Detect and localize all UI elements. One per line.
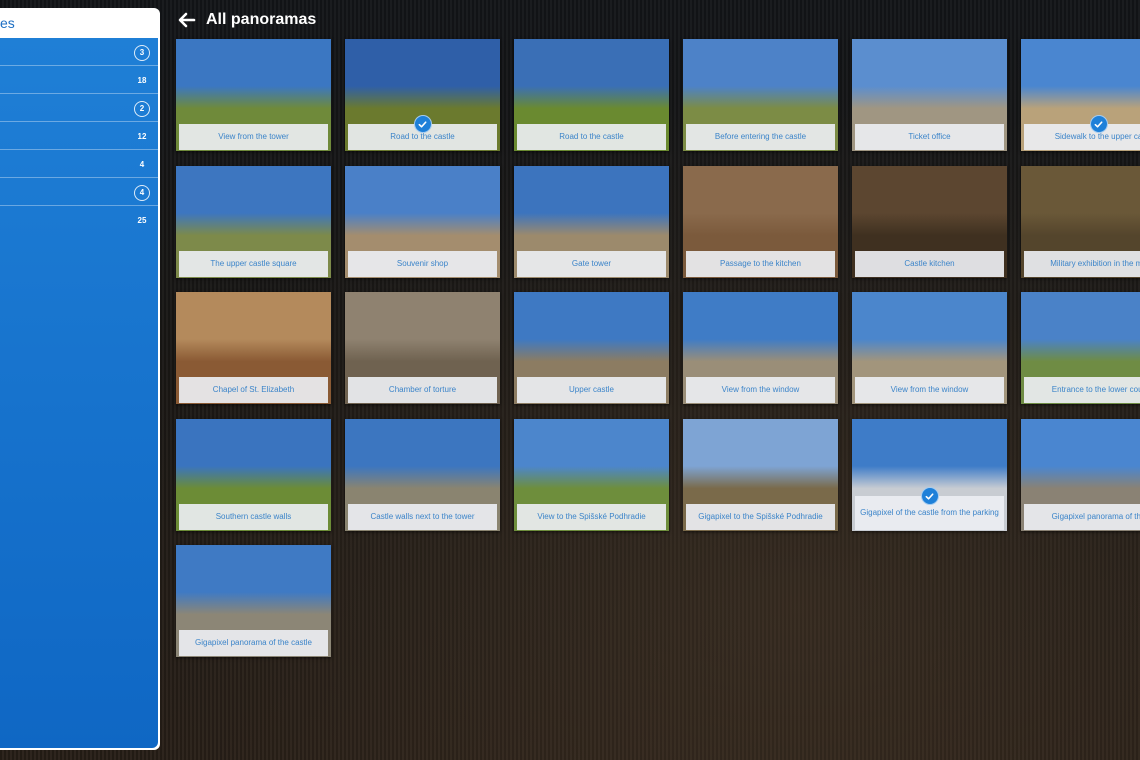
panorama-label: Souvenir shop [348,251,497,277]
panorama-tile[interactable]: Entrance to the lower cour [1021,292,1140,404]
sidebar-item[interactable]: 3 [0,38,158,66]
item-count-badge: 3 [134,45,150,61]
panorama-tile[interactable]: View to the Spišské Podhradie [514,419,669,531]
sidebar-item[interactable]: 25 [0,206,158,233]
panorama-tile[interactable]: Gate tower [514,166,669,278]
panorama-tile[interactable]: Gigapixel panorama of the castle [176,545,331,657]
panorama-label: Ticket office [855,124,1004,150]
panorama-tile[interactable]: Southern castle walls [176,419,331,531]
check-icon [920,487,939,505]
panorama-tile[interactable]: Sidewalk to the upper ca [1021,39,1140,151]
arrow-left-icon[interactable] [178,11,196,29]
panorama-tile[interactable]: Chapel of St. Elizabeth [176,292,331,404]
panorama-tile[interactable]: Castle kitchen [852,166,1007,278]
panorama-tile[interactable]: View from the window [852,292,1007,404]
panorama-tile[interactable]: Before entering the castle [683,39,838,151]
panorama-tile[interactable]: Souvenir shop [345,166,500,278]
panorama-label: Before entering the castle [686,124,835,150]
panorama-label: Gigapixel panorama of the [1024,504,1140,530]
panorama-label: Chamber of torture [348,377,497,403]
sidebar-item[interactable]: 4 [0,150,158,178]
panorama-label: Gigapixel to the Spišské Podhradie [686,504,835,530]
panorama-tile[interactable]: Gigapixel panorama of the [1021,419,1140,531]
item-count-badge: 18 [137,76,147,85]
panorama-label: View from the window [855,377,1004,403]
panorama-label: Castle walls next to the tower [348,504,497,530]
panorama-label: Sidewalk to the upper ca [1024,124,1140,150]
panorama-tile[interactable]: Passage to the kitchen [683,166,838,278]
page-title: All panoramas [206,11,317,28]
panorama-tile[interactable]: Military exhibition in the mu [1021,166,1140,278]
panorama-tile[interactable]: Upper castle [514,292,669,404]
panorama-label: Gate tower [517,251,666,277]
sidebar-header: es [0,15,15,31]
panorama-label: View to the Spišské Podhradie [517,504,666,530]
panorama-label: The upper castle square [179,251,328,277]
panorama-tile[interactable]: Castle walls next to the tower [345,419,500,531]
panorama-tile[interactable]: View from the tower [176,39,331,151]
sidebar-item[interactable]: 4 [0,178,158,206]
category-sidebar: es 3 18 2 12 4 4 25 [0,8,160,750]
panorama-label: Passage to the kitchen [686,251,835,277]
item-count-badge: 25 [137,216,147,225]
panorama-label: View from the tower [179,124,328,150]
panorama-label: Gigapixel panorama of the castle [179,630,328,656]
check-icon [1089,115,1108,133]
sidebar-item[interactable]: 2 [0,94,158,122]
sidebar-item[interactable]: 18 [0,66,158,94]
panorama-label: View from the window [686,377,835,403]
check-icon [413,115,432,133]
top-bar: All panoramas [178,8,316,32]
panorama-label: Southern castle walls [179,504,328,530]
panorama-tile[interactable]: Gigapixel to the Spišské Podhradie [683,419,838,531]
panorama-label: Road to the castle [517,124,666,150]
panorama-label: Entrance to the lower cour [1024,377,1140,403]
item-count-badge: 4 [139,160,145,169]
panorama-tile[interactable]: View from the window [683,292,838,404]
sidebar-item[interactable]: 12 [0,122,158,150]
panorama-label: Castle kitchen [855,251,1004,277]
sidebar-list: 3 18 2 12 4 4 25 [0,38,158,748]
panorama-tile[interactable]: Ticket office [852,39,1007,151]
panorama-label: Upper castle [517,377,666,403]
panorama-tile[interactable]: Chamber of torture [345,292,500,404]
item-count-badge: 12 [137,132,147,141]
panorama-tile[interactable]: The upper castle square [176,166,331,278]
panorama-tile[interactable]: Road to the castle [345,39,500,151]
item-count-badge: 4 [134,185,150,201]
panorama-label: Military exhibition in the mu [1024,251,1140,277]
item-count-badge: 2 [134,101,150,117]
panorama-label: Chapel of St. Elizabeth [179,377,328,403]
panorama-tile[interactable]: Road to the castle [514,39,669,151]
panorama-tile[interactable]: Gigapixel of the castle from the parking [852,419,1007,531]
